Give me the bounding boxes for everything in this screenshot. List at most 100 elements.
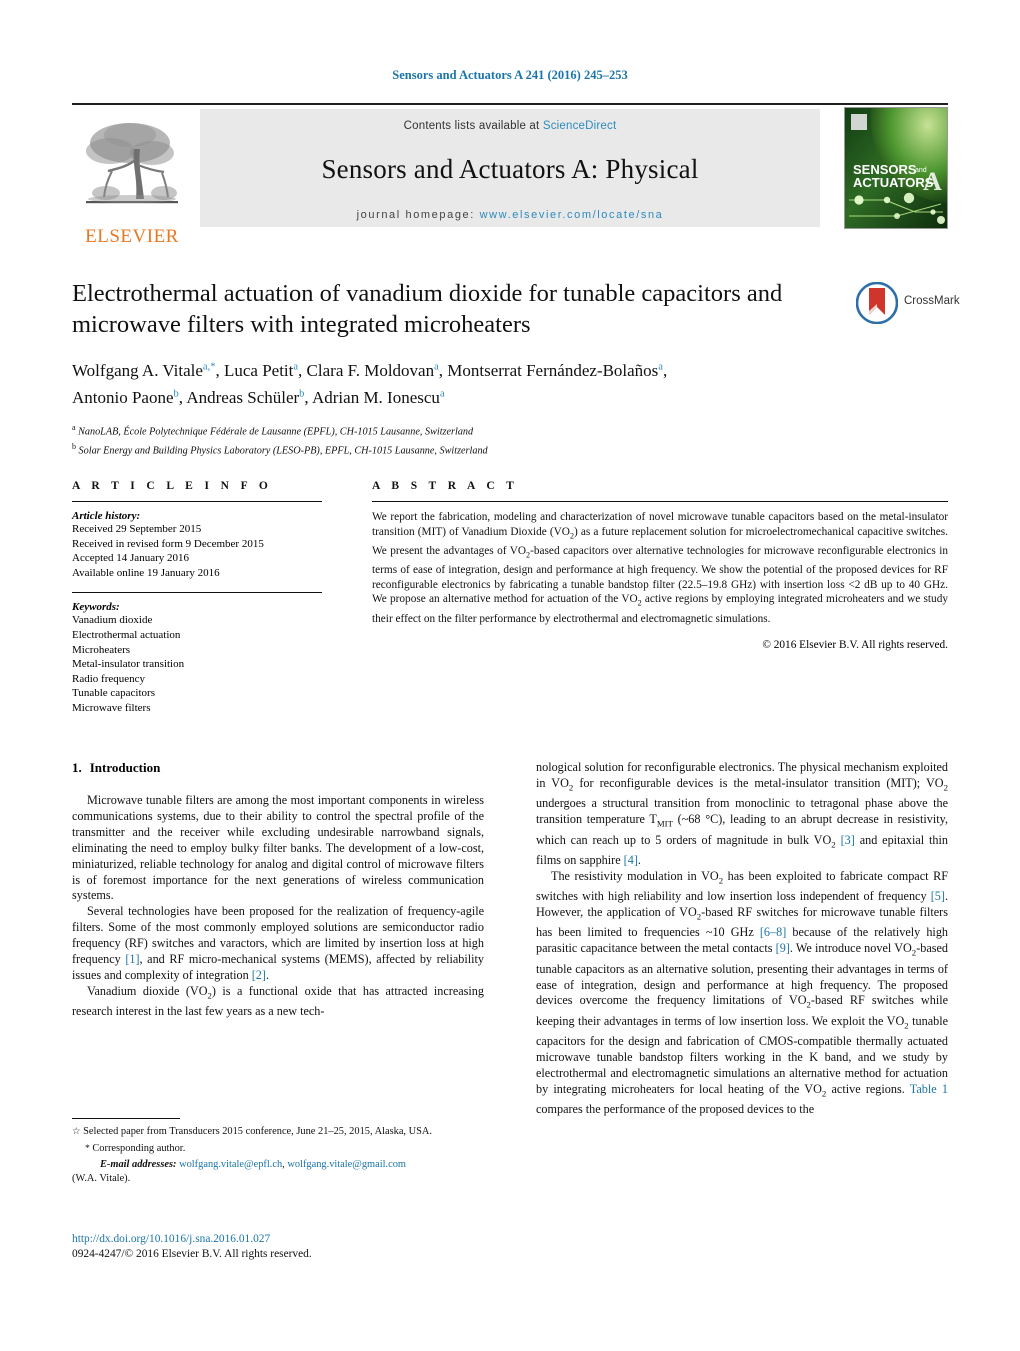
affiliation-mark: b	[72, 441, 76, 451]
paragraph: Vanadium dioxide (VO2) is a functional o…	[72, 983, 484, 1019]
crossmark-badge[interactable]: CrossMark	[856, 282, 960, 326]
keyword-item: Vanadium dioxide	[72, 614, 153, 627]
footnote-emails: E-mail addresses: wolfgang.vitale@epfl.c…	[72, 1158, 484, 1172]
paragraph: Several technologies have been proposed …	[72, 904, 484, 982]
article-info-heading: A R T I C L E I N F O	[72, 480, 273, 492]
paragraph: The resistivity modulation in VO2 has be…	[536, 868, 949, 1117]
affiliation-list: a NanoLAB, École Polytechnique Fédérale …	[72, 421, 948, 458]
article-history-item: Available online 19 January 2016	[72, 566, 220, 579]
table-reference-link[interactable]: Table 1	[910, 1082, 948, 1096]
elsevier-wordmark: ELSEVIER	[85, 226, 179, 247]
footnote-email-owner: (W.A. Vitale).	[72, 1172, 131, 1184]
journal-masthead: ELSEVIER Contents lists available at Sci…	[72, 103, 948, 247]
author-affil-mark: a	[293, 361, 299, 372]
sciencedirect-link[interactable]: ScienceDirect	[543, 120, 617, 132]
article-history-item: Received 29 September 2015	[72, 523, 202, 535]
email-link-primary[interactable]: wolfgang.vitale@epfl.ch	[179, 1159, 282, 1170]
affiliation-item: b Solar Energy and Building Physics Labo…	[72, 440, 948, 458]
keyword-item: Microheaters	[72, 643, 131, 656]
article-info-column: A R T I C L E I N F O Article history: R…	[72, 480, 322, 716]
elsevier-tree-icon	[86, 123, 178, 204]
article-history-label: Article history:	[72, 510, 141, 522]
abstract-column: A B S T R A C T We report the fabricatio…	[372, 480, 948, 651]
doi-link[interactable]: http://dx.doi.org/10.1016/j.sna.2016.01.…	[72, 1232, 532, 1247]
section-heading-introduction: 1. Introduction	[72, 760, 484, 776]
section-number: 1.	[72, 760, 82, 775]
keyword-item: Metal-insulator transition	[72, 658, 185, 671]
footnote-conference-text: Selected paper from Transducers 2015 con…	[83, 1126, 433, 1137]
keyword-item: Radio frequency	[72, 672, 145, 685]
body-column-right: nological solution for reconfigurable el…	[536, 760, 948, 1118]
footnote-corresponding-text: Corresponding author.	[92, 1142, 186, 1154]
contents-lists-line: Contents lists available at ScienceDirec…	[200, 120, 820, 132]
svg-text:ACTUATORS: ACTUATORS	[853, 175, 934, 190]
journal-homepage-line: journal homepage: www.elsevier.com/locat…	[200, 209, 820, 221]
affiliation-text: Solar Energy and Building Physics Labora…	[78, 445, 488, 457]
abstract-copyright: © 2016 Elsevier B.V. All rights reserved…	[762, 639, 948, 652]
abstract-body: We report the fabrication, modeling and …	[372, 511, 949, 625]
author-name[interactable]: Antonio Paone	[72, 388, 174, 407]
footer-block: http://dx.doi.org/10.1016/j.sna.2016.01.…	[72, 1232, 532, 1262]
journal-title: Sensors and Actuators A: Physical	[321, 154, 699, 184]
body-column-left: 1. Introduction Microwave tunable filters…	[72, 760, 484, 1020]
journal-cover-art-icon: SENSORS and ACTUATORS A	[845, 108, 947, 228]
crossmark-icon	[856, 282, 898, 324]
affiliation-text: NanoLAB, École Polytechnique Fédérale de…	[78, 426, 474, 438]
author-list: Wolfgang A. Vitalea,*, Luca Petita, Clar…	[72, 355, 872, 410]
paragraph: nological solution for reconfigurable el…	[536, 760, 948, 867]
svg-text:A: A	[923, 167, 942, 196]
section-title: Introduction	[89, 760, 161, 775]
citation-link[interactable]: [5]	[931, 889, 945, 903]
keyword-item: Electrothermal actuation	[72, 628, 181, 641]
author-name[interactable]: Wolfgang A. Vitale	[72, 361, 203, 380]
affiliation-mark: a	[72, 423, 76, 433]
citation-link[interactable]: [3]	[841, 833, 855, 847]
author-name[interactable]: Adrian M. Ionescu	[312, 388, 440, 407]
abstract-heading: A B S T R A C T	[372, 480, 519, 492]
divider	[372, 501, 948, 502]
divider	[72, 501, 322, 502]
journal-cover-thumbnail: SENSORS and ACTUATORS A	[844, 107, 948, 229]
citation-link[interactable]: [9]	[776, 941, 790, 955]
elsevier-logo: ELSEVIER	[72, 109, 192, 247]
title-block: CrossMark Electrothermal actuation of va…	[72, 278, 960, 458]
author-affil-mark: b	[299, 388, 305, 400]
footnote-corresponding: * Corresponding author.	[72, 1142, 484, 1157]
running-head: Sensors and Actuators A 241 (2016) 245–2…	[392, 68, 628, 82]
author-line-1: Wolfgang A. Vitalea,*, Luca Petita, Clar…	[72, 360, 668, 380]
email-link-secondary[interactable]: wolfgang.vitale@gmail.com	[287, 1159, 406, 1170]
homepage-label: journal homepage:	[356, 209, 475, 221]
article-history-item: Received in revised form 9 December 2015	[72, 537, 264, 550]
divider	[72, 592, 322, 594]
author-name[interactable]: Andreas Schüler	[186, 388, 299, 407]
author-affil-mark: a	[658, 361, 663, 372]
paper-page: Sensors and Actuators A 241 (2016) 245–2…	[0, 0, 1020, 1351]
citation-link[interactable]: [4]	[624, 853, 638, 867]
author-affil-mark: a	[439, 388, 445, 400]
footnote-star-mark: ☆	[72, 1127, 81, 1137]
masthead-banner: Contents lists available at ScienceDirec…	[200, 109, 820, 227]
affiliation-item: a NanoLAB, École Polytechnique Fédérale …	[72, 421, 948, 439]
paragraph: Microwave tunable filters are among the …	[72, 793, 484, 903]
author-name[interactable]: Montserrat Fernández-Bolaños	[447, 361, 658, 380]
author-affil-mark: b	[173, 388, 179, 400]
article-history-item: Accepted 14 January 2016	[72, 552, 189, 565]
citation-link[interactable]: [6–8]	[760, 925, 786, 939]
author-affil-mark: a,*	[202, 361, 216, 372]
crossmark-label: CrossMark	[904, 295, 960, 307]
email-separator: ,	[282, 1159, 285, 1171]
citation-link[interactable]: [1]	[125, 952, 139, 966]
footnote-conference: ☆ Selected paper from Transducers 2015 c…	[72, 1125, 484, 1140]
footnote-asterisk-mark: *	[85, 1143, 90, 1154]
page-title: Electrothermal actuation of vanadium dio…	[72, 280, 783, 338]
author-line-2: Antonio Paoneb, Andreas Schülerb, Adrian…	[72, 388, 445, 408]
footnote-block: ☆ Selected paper from Transducers 2015 c…	[72, 1118, 484, 1185]
author-affil-mark: a	[434, 361, 439, 372]
author-name[interactable]: Luca Petit	[224, 361, 293, 380]
homepage-url-link[interactable]: www.elsevier.com/locate/sna	[480, 209, 664, 221]
keywords-label: Keywords:	[72, 601, 120, 614]
contents-lists-prefix: Contents lists available at	[403, 120, 543, 132]
citation-link[interactable]: [2]	[252, 968, 266, 982]
author-name[interactable]: Clara F. Moldovan	[307, 361, 435, 380]
keyword-item: Tunable capacitors	[72, 687, 155, 700]
